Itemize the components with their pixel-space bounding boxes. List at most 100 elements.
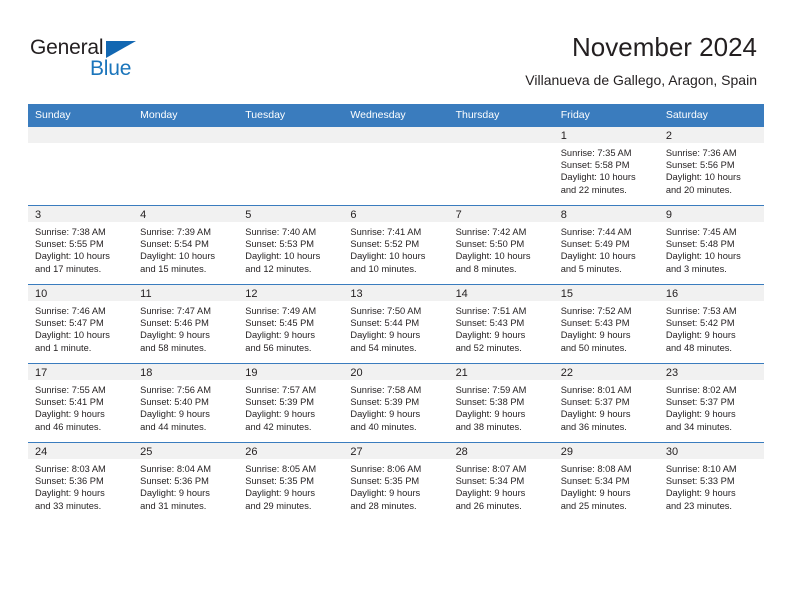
calendar-day-cell[interactable]: 27 Sunrise: 8:06 AM Sunset: 5:35 PM Dayligh… [343, 442, 449, 521]
calendar-day-cell[interactable]: 25 Sunrise: 8:04 AM Sunset: 5:36 PM Dayligh… [133, 442, 239, 521]
daylight-text-line2: and 46 minutes. [35, 421, 102, 432]
calendar-day-cell[interactable]: 19 Sunrise: 7:57 AM Sunset: 5:39 PM Dayligh… [238, 363, 344, 443]
calendar-day-cell[interactable]: 18 Sunrise: 7:56 AM Sunset: 5:40 PM Dayligh… [133, 363, 239, 443]
calendar-day-cell[interactable]: 14 Sunrise: 7:51 AM Sunset: 5:43 PM Dayligh… [448, 284, 554, 364]
calendar-day-cell[interactable]: 16 Sunrise: 7:53 AM Sunset: 5:42 PM Dayligh… [658, 284, 764, 364]
sunset-text: Sunset: 5:46 PM [140, 318, 209, 329]
sunrise-text: Sunrise: 7:41 AM [350, 227, 422, 237]
sunrise-text: Sunrise: 7:42 AM [455, 227, 527, 237]
calendar-day-cell[interactable]: 7 Sunrise: 7:42 AM Sunset: 5:50 PM Daylight… [448, 205, 554, 285]
day-details: Sunrise: 7:51 AM Sunset: 5:43 PM Daylight:… [449, 301, 554, 354]
calendar-day-cell[interactable]: 22 Sunrise: 8:01 AM Sunset: 5:37 PM Dayligh… [553, 363, 659, 443]
sunrise-text: Sunrise: 7:40 AM [245, 227, 317, 237]
calendar-day-cell[interactable]: 28 Sunrise: 8:07 AM Sunset: 5:34 PM Dayligh… [448, 442, 554, 521]
day-number: 27 [343, 443, 449, 459]
day-details: Sunrise: 7:55 AM Sunset: 5:41 PM Daylight:… [28, 380, 133, 433]
daylight-text-line1: Daylight: 9 hours [140, 409, 210, 420]
sunrise-text: Sunrise: 7:52 AM [560, 306, 632, 316]
calendar-day-cell[interactable]: 13 Sunrise: 7:50 AM Sunset: 5:44 PM Dayligh… [343, 284, 449, 364]
sunrise-text: Sunrise: 8:06 AM [350, 464, 422, 474]
daylight-text-line2: and 52 minutes. [455, 342, 522, 353]
daylight-text-line1: Daylight: 9 hours [665, 330, 736, 341]
daylight-text-line1: Daylight: 9 hours [560, 488, 631, 499]
sunrise-text: Sunrise: 7:55 AM [35, 385, 106, 395]
day-number: 26 [238, 443, 344, 459]
page-subtitle: Villanueva de Gallego, Aragon, Spain [525, 72, 757, 88]
daylight-text-line2: and 29 minutes. [245, 500, 312, 511]
sunset-text: Sunset: 5:45 PM [245, 318, 315, 329]
sunset-text: Sunset: 5:39 PM [245, 397, 315, 408]
daylight-text-line1: Daylight: 9 hours [140, 330, 210, 341]
day-number: 1 [553, 127, 659, 143]
day-details: Sunrise: 7:40 AM Sunset: 5:53 PM Daylight:… [238, 222, 343, 275]
daylight-text-line2: and 40 minutes. [350, 421, 417, 432]
sunset-text: Sunset: 5:36 PM [140, 476, 209, 487]
calendar-day-cell[interactable]: 11 Sunrise: 7:47 AM Sunset: 5:46 PM Dayligh… [133, 284, 239, 364]
page-title: November 2024 [572, 32, 757, 62]
daylight-text-line1: Daylight: 9 hours [350, 330, 421, 341]
sunset-text: Sunset: 5:49 PM [560, 239, 630, 250]
calendar-day-cell[interactable]: 29 Sunrise: 8:08 AM Sunset: 5:34 PM Dayligh… [553, 442, 659, 521]
daylight-text-line1: Daylight: 9 hours [455, 488, 526, 499]
sunset-text: Sunset: 5:37 PM [560, 397, 630, 408]
sunset-text: Sunset: 5:54 PM [140, 239, 209, 250]
sunset-text: Sunset: 5:33 PM [665, 476, 735, 487]
day-details: Sunrise: 8:01 AM Sunset: 5:37 PM Daylight:… [554, 380, 659, 433]
calendar-day-cell-empty [238, 126, 344, 206]
day-number: 6 [343, 206, 449, 222]
calendar-day-cell[interactable]: 8 Sunrise: 7:44 AM Sunset: 5:49 PM Daylight… [553, 205, 659, 285]
calendar-day-cell[interactable]: 15 Sunrise: 7:52 AM Sunset: 5:43 PM Dayligh… [553, 284, 659, 364]
daylight-text-line2: and 15 minutes. [140, 263, 207, 274]
day-details: Sunrise: 8:06 AM Sunset: 5:35 PM Daylight:… [343, 459, 448, 512]
calendar-day-cell[interactable]: 4 Sunrise: 7:39 AM Sunset: 5:54 PM Daylight… [133, 205, 239, 285]
calendar-day-cell[interactable]: 21 Sunrise: 7:59 AM Sunset: 5:38 PM Dayligh… [448, 363, 554, 443]
calendar-day-cell[interactable]: 9 Sunrise: 7:45 AM Sunset: 5:48 PM Daylight… [658, 205, 764, 285]
calendar-day-cell[interactable]: 2 Sunrise: 7:36 AM Sunset: 5:56 PM Daylight… [658, 126, 764, 206]
daylight-text-line1: Daylight: 9 hours [350, 409, 421, 420]
sunrise-text: Sunrise: 8:01 AM [560, 385, 632, 395]
daylight-text-line1: Daylight: 10 hours [35, 330, 110, 341]
calendar-day-cell[interactable]: 1 Sunrise: 7:35 AM Sunset: 5:58 PM Daylight… [553, 126, 659, 206]
daylight-text-line1: Daylight: 9 hours [35, 488, 105, 499]
day-number: 12 [238, 285, 344, 301]
page-header: General Blue November 2024 Villanueva de… [0, 0, 792, 100]
general-blue-logo[interactable]: General Blue [30, 36, 210, 84]
calendar-day-cell[interactable]: 24 Sunrise: 8:03 AM Sunset: 5:36 PM Dayligh… [28, 442, 134, 521]
daylight-text-line2: and 17 minutes. [35, 263, 102, 274]
calendar-day-cell[interactable]: 12 Sunrise: 7:49 AM Sunset: 5:45 PM Dayligh… [238, 284, 344, 364]
sunrise-text: Sunrise: 8:07 AM [455, 464, 527, 474]
sunset-text: Sunset: 5:48 PM [665, 239, 735, 250]
sunset-text: Sunset: 5:53 PM [245, 239, 315, 250]
sunrise-text: Sunrise: 7:50 AM [350, 306, 422, 316]
calendar-day-cell[interactable]: 10 Sunrise: 7:46 AM Sunset: 5:47 PM Dayligh… [28, 284, 134, 364]
day-details: Sunrise: 8:08 AM Sunset: 5:34 PM Daylight:… [554, 459, 659, 512]
daylight-text-line1: Daylight: 9 hours [35, 409, 105, 420]
sunrise-text: Sunrise: 7:35 AM [560, 148, 632, 158]
calendar-day-cell[interactable]: 5 Sunrise: 7:40 AM Sunset: 5:53 PM Daylight… [238, 205, 344, 285]
sunset-text: Sunset: 5:37 PM [665, 397, 735, 408]
day-number: 17 [28, 364, 134, 380]
day-number: 11 [133, 285, 239, 301]
calendar-week-row: 3 Sunrise: 7:38 AM Sunset: 5:55 PM Daylight… [28, 205, 764, 285]
calendar-day-cell[interactable]: 30 Sunrise: 8:10 AM Sunset: 5:33 PM Dayligh… [658, 442, 764, 521]
calendar-day-cell-empty [448, 126, 554, 206]
daylight-text-line2: and 20 minutes. [665, 184, 732, 195]
day-details: Sunrise: 7:44 AM Sunset: 5:49 PM Daylight:… [554, 222, 659, 275]
daylight-text-line1: Daylight: 9 hours [245, 488, 316, 499]
calendar-day-cell[interactable]: 3 Sunrise: 7:38 AM Sunset: 5:55 PM Daylight… [28, 205, 134, 285]
calendar-day-cell-empty [133, 126, 239, 206]
day-number: 29 [553, 443, 659, 459]
daylight-text-line1: Daylight: 9 hours [350, 488, 421, 499]
sunset-text: Sunset: 5:58 PM [560, 160, 630, 171]
daylight-text-line2: and 10 minutes. [350, 263, 417, 274]
calendar-day-cell[interactable]: 17 Sunrise: 7:55 AM Sunset: 5:41 PM Dayligh… [28, 363, 134, 443]
calendar-day-cell[interactable]: 26 Sunrise: 8:05 AM Sunset: 5:35 PM Dayligh… [238, 442, 344, 521]
calendar-day-cell[interactable]: 23 Sunrise: 8:02 AM Sunset: 5:37 PM Dayligh… [658, 363, 764, 443]
sunrise-text: Sunrise: 7:58 AM [350, 385, 422, 395]
calendar-day-cell[interactable]: 20 Sunrise: 7:58 AM Sunset: 5:39 PM Dayligh… [343, 363, 449, 443]
day-number: 21 [448, 364, 554, 380]
daylight-text-line2: and 38 minutes. [455, 421, 522, 432]
calendar-day-cell[interactable]: 6 Sunrise: 7:41 AM Sunset: 5:52 PM Daylight… [343, 205, 449, 285]
sunset-text: Sunset: 5:56 PM [665, 160, 735, 171]
day-number: 5 [238, 206, 344, 222]
